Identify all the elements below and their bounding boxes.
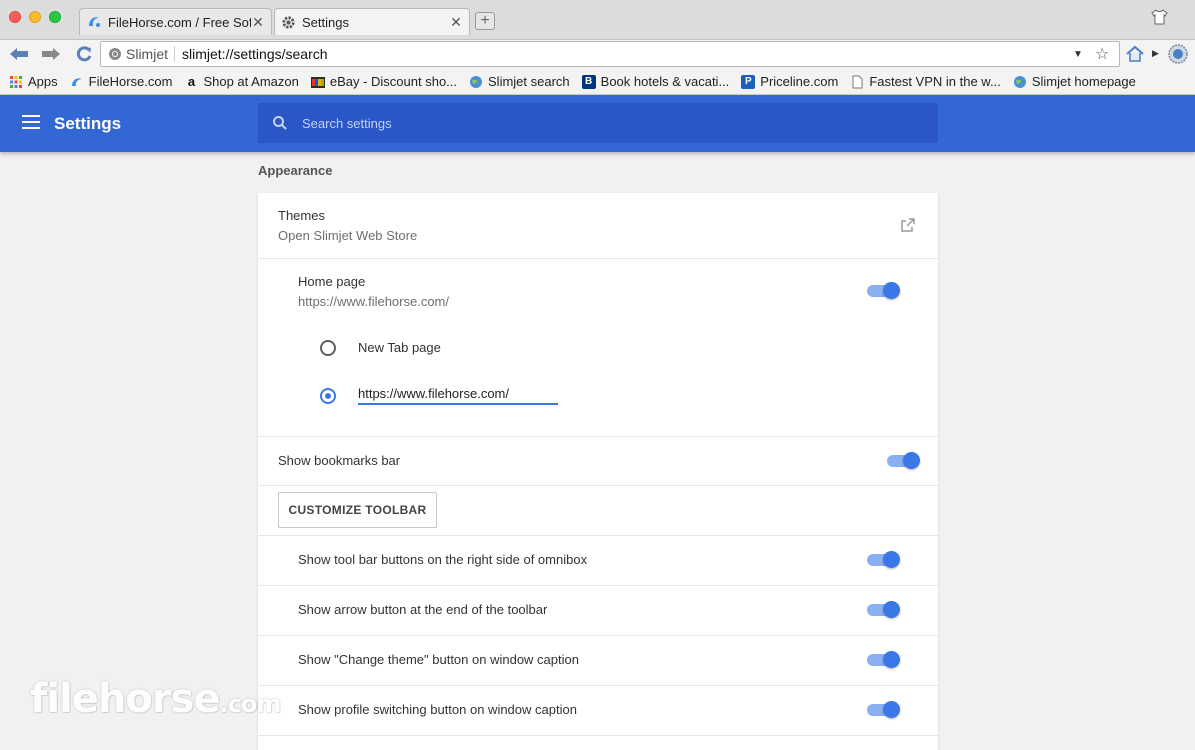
toggle-row[interactable]: Show arrow button at the end of the tool…: [258, 585, 938, 635]
bookmark-label: Priceline.com: [760, 74, 839, 89]
profile-globe-icon[interactable]: [1167, 43, 1189, 65]
bookmark-apps[interactable]: Apps: [9, 74, 58, 89]
bookmark-vpn[interactable]: Fastest VPN in the w...: [850, 74, 1001, 89]
toggle-row[interactable]: Show profile switching button on window …: [258, 685, 938, 735]
bookmark-label: Apps: [28, 74, 58, 89]
customize-toolbar-button[interactable]: CUSTOMIZE TOOLBAR: [278, 492, 437, 528]
bookmark-label: Slimjet homepage: [1031, 74, 1136, 89]
bookmark-ebay[interactable]: eBay - Discount sho...: [310, 74, 458, 89]
toggle-switch[interactable]: [867, 701, 900, 718]
toggle-switch[interactable]: [867, 551, 900, 568]
minimize-window-button[interactable]: [29, 11, 41, 23]
apps-grid-icon: [10, 75, 22, 88]
appearance-card: Themes Open Slimjet Web Store Home page …: [258, 193, 938, 750]
filehorse-icon: [71, 77, 82, 86]
watermark-main: filehorse: [30, 676, 221, 722]
forward-button[interactable]: [39, 43, 63, 65]
settings-header: Settings: [0, 95, 1195, 152]
radio-custom-url[interactable]: [320, 388, 336, 404]
themes-title: Themes: [278, 208, 325, 223]
toggle-row[interactable]: Show tool bar buttons on the right side …: [258, 535, 938, 585]
omnibox-brand: Slimjet: [126, 46, 176, 62]
bookmarks-bar-row[interactable]: Show bookmarks bar: [258, 436, 938, 485]
back-arrow-icon: [10, 48, 28, 60]
bookmark-booking[interactable]: B Book hotels & vacati...: [581, 74, 730, 89]
zoom-window-button[interactable]: [49, 11, 61, 23]
back-button[interactable]: [7, 43, 31, 65]
toolbar-arrow-icon[interactable]: ▶: [1152, 48, 1159, 59]
bookmark-label: Book hotels & vacati...: [600, 74, 730, 89]
gear-icon: [282, 15, 295, 29]
filehorse-watermark: filehorse.com: [30, 676, 282, 722]
close-tab-icon[interactable]: ✕: [251, 14, 265, 31]
forward-arrow-icon: [42, 48, 60, 60]
reload-button[interactable]: [72, 43, 96, 65]
globe-icon: [470, 75, 483, 88]
bookmarks-bar-toggle[interactable]: [887, 452, 920, 469]
omnibox[interactable]: Slimjet slimjet://settings/search ▼ ☆: [100, 41, 1120, 67]
booking-icon: B: [581, 74, 596, 89]
omnibox-url[interactable]: slimjet://settings/search: [182, 46, 1073, 62]
amazon-icon: a: [187, 74, 196, 89]
filehorse-icon: [89, 17, 100, 27]
toggle-label: Show "Change theme" button on window cap…: [298, 652, 579, 667]
tab-settings[interactable]: Settings ✕: [274, 8, 470, 35]
page-title: Settings: [54, 114, 122, 133]
search-input[interactable]: [302, 115, 882, 131]
themes-subtitle: Open Slimjet Web Store: [278, 228, 418, 243]
reload-icon: [76, 46, 92, 62]
title-bar: FileHorse.com / Free Sof ✕ Settings ✕ +: [0, 0, 1195, 40]
dropdown-arrow-icon[interactable]: ▼: [1073, 49, 1087, 60]
page-icon: [852, 75, 863, 88]
tab-filehorse[interactable]: FileHorse.com / Free Sof ✕: [79, 8, 272, 35]
search-icon: [273, 116, 287, 130]
tab-title: Settings: [302, 14, 349, 30]
bookmarks-bar: Apps FileHorse.com a Shop at Amazon eBay…: [0, 69, 1195, 95]
tab-title: FileHorse.com / Free Sof: [108, 14, 251, 30]
bookmark-slimjet-homepage[interactable]: Slimjet homepage: [1013, 74, 1136, 89]
bookmark-label: Slimjet search: [488, 74, 570, 89]
bookmark-priceline[interactable]: P Priceline.com: [741, 74, 838, 89]
bookmark-label: Shop at Amazon: [203, 74, 299, 89]
settings-search-box[interactable]: [258, 103, 938, 143]
new-tab-button[interactable]: +: [475, 12, 495, 30]
site-info-icon[interactable]: [108, 47, 122, 61]
watermark-suffix: .com: [219, 690, 282, 718]
globe-icon: [1013, 75, 1026, 88]
toggle-label: Show tool bar buttons on the right side …: [298, 552, 588, 567]
toggle-switch[interactable]: [867, 601, 900, 618]
toggle-label: Show profile switching button on window …: [298, 702, 577, 717]
section-title-appearance: Appearance: [258, 163, 333, 178]
home-page-title: Home page: [298, 274, 366, 289]
bookmark-amazon[interactable]: a Shop at Amazon: [184, 74, 299, 89]
home-page-url-input[interactable]: [358, 383, 558, 405]
bookmark-label: Fastest VPN in the w...: [869, 74, 1001, 89]
themes-row[interactable]: Themes Open Slimjet Web Store: [258, 193, 938, 258]
bookmarks-bar-label: Show bookmarks bar: [278, 453, 401, 468]
radio-new-tab-label: New Tab page: [358, 340, 441, 355]
customize-toolbar-row: CUSTOMIZE TOOLBAR: [258, 485, 938, 535]
home-page-row: Home page https://www.filehorse.com/ New…: [258, 258, 938, 436]
close-window-button[interactable]: [9, 11, 21, 23]
toggle-switch[interactable]: [867, 651, 900, 668]
bookmark-star-icon[interactable]: ☆: [1095, 44, 1113, 64]
bookmark-filehorse[interactable]: FileHorse.com: [70, 74, 173, 89]
browser-toolbar: Slimjet slimjet://settings/search ▼ ☆ ▶: [0, 40, 1195, 69]
menu-icon[interactable]: [22, 115, 40, 129]
close-tab-icon[interactable]: ✕: [449, 14, 463, 31]
home-icon[interactable]: [1125, 44, 1145, 64]
theme-shirt-icon[interactable]: [1151, 9, 1168, 25]
radio-new-tab-page[interactable]: [320, 340, 336, 356]
ebay-icon: [310, 76, 325, 88]
bookmark-label: eBay - Discount sho...: [329, 74, 458, 89]
bookmark-label: FileHorse.com: [88, 74, 173, 89]
external-link-icon[interactable]: [900, 217, 916, 233]
row-divider: [258, 735, 938, 750]
home-page-toggle[interactable]: [867, 282, 900, 299]
home-page-url: https://www.filehorse.com/: [298, 294, 449, 309]
bookmark-slimjet-search[interactable]: Slimjet search: [469, 74, 570, 89]
priceline-icon: P: [741, 74, 756, 89]
toggle-label: Show arrow button at the end of the tool…: [298, 602, 548, 617]
toggle-row[interactable]: Show "Change theme" button on window cap…: [258, 635, 938, 685]
